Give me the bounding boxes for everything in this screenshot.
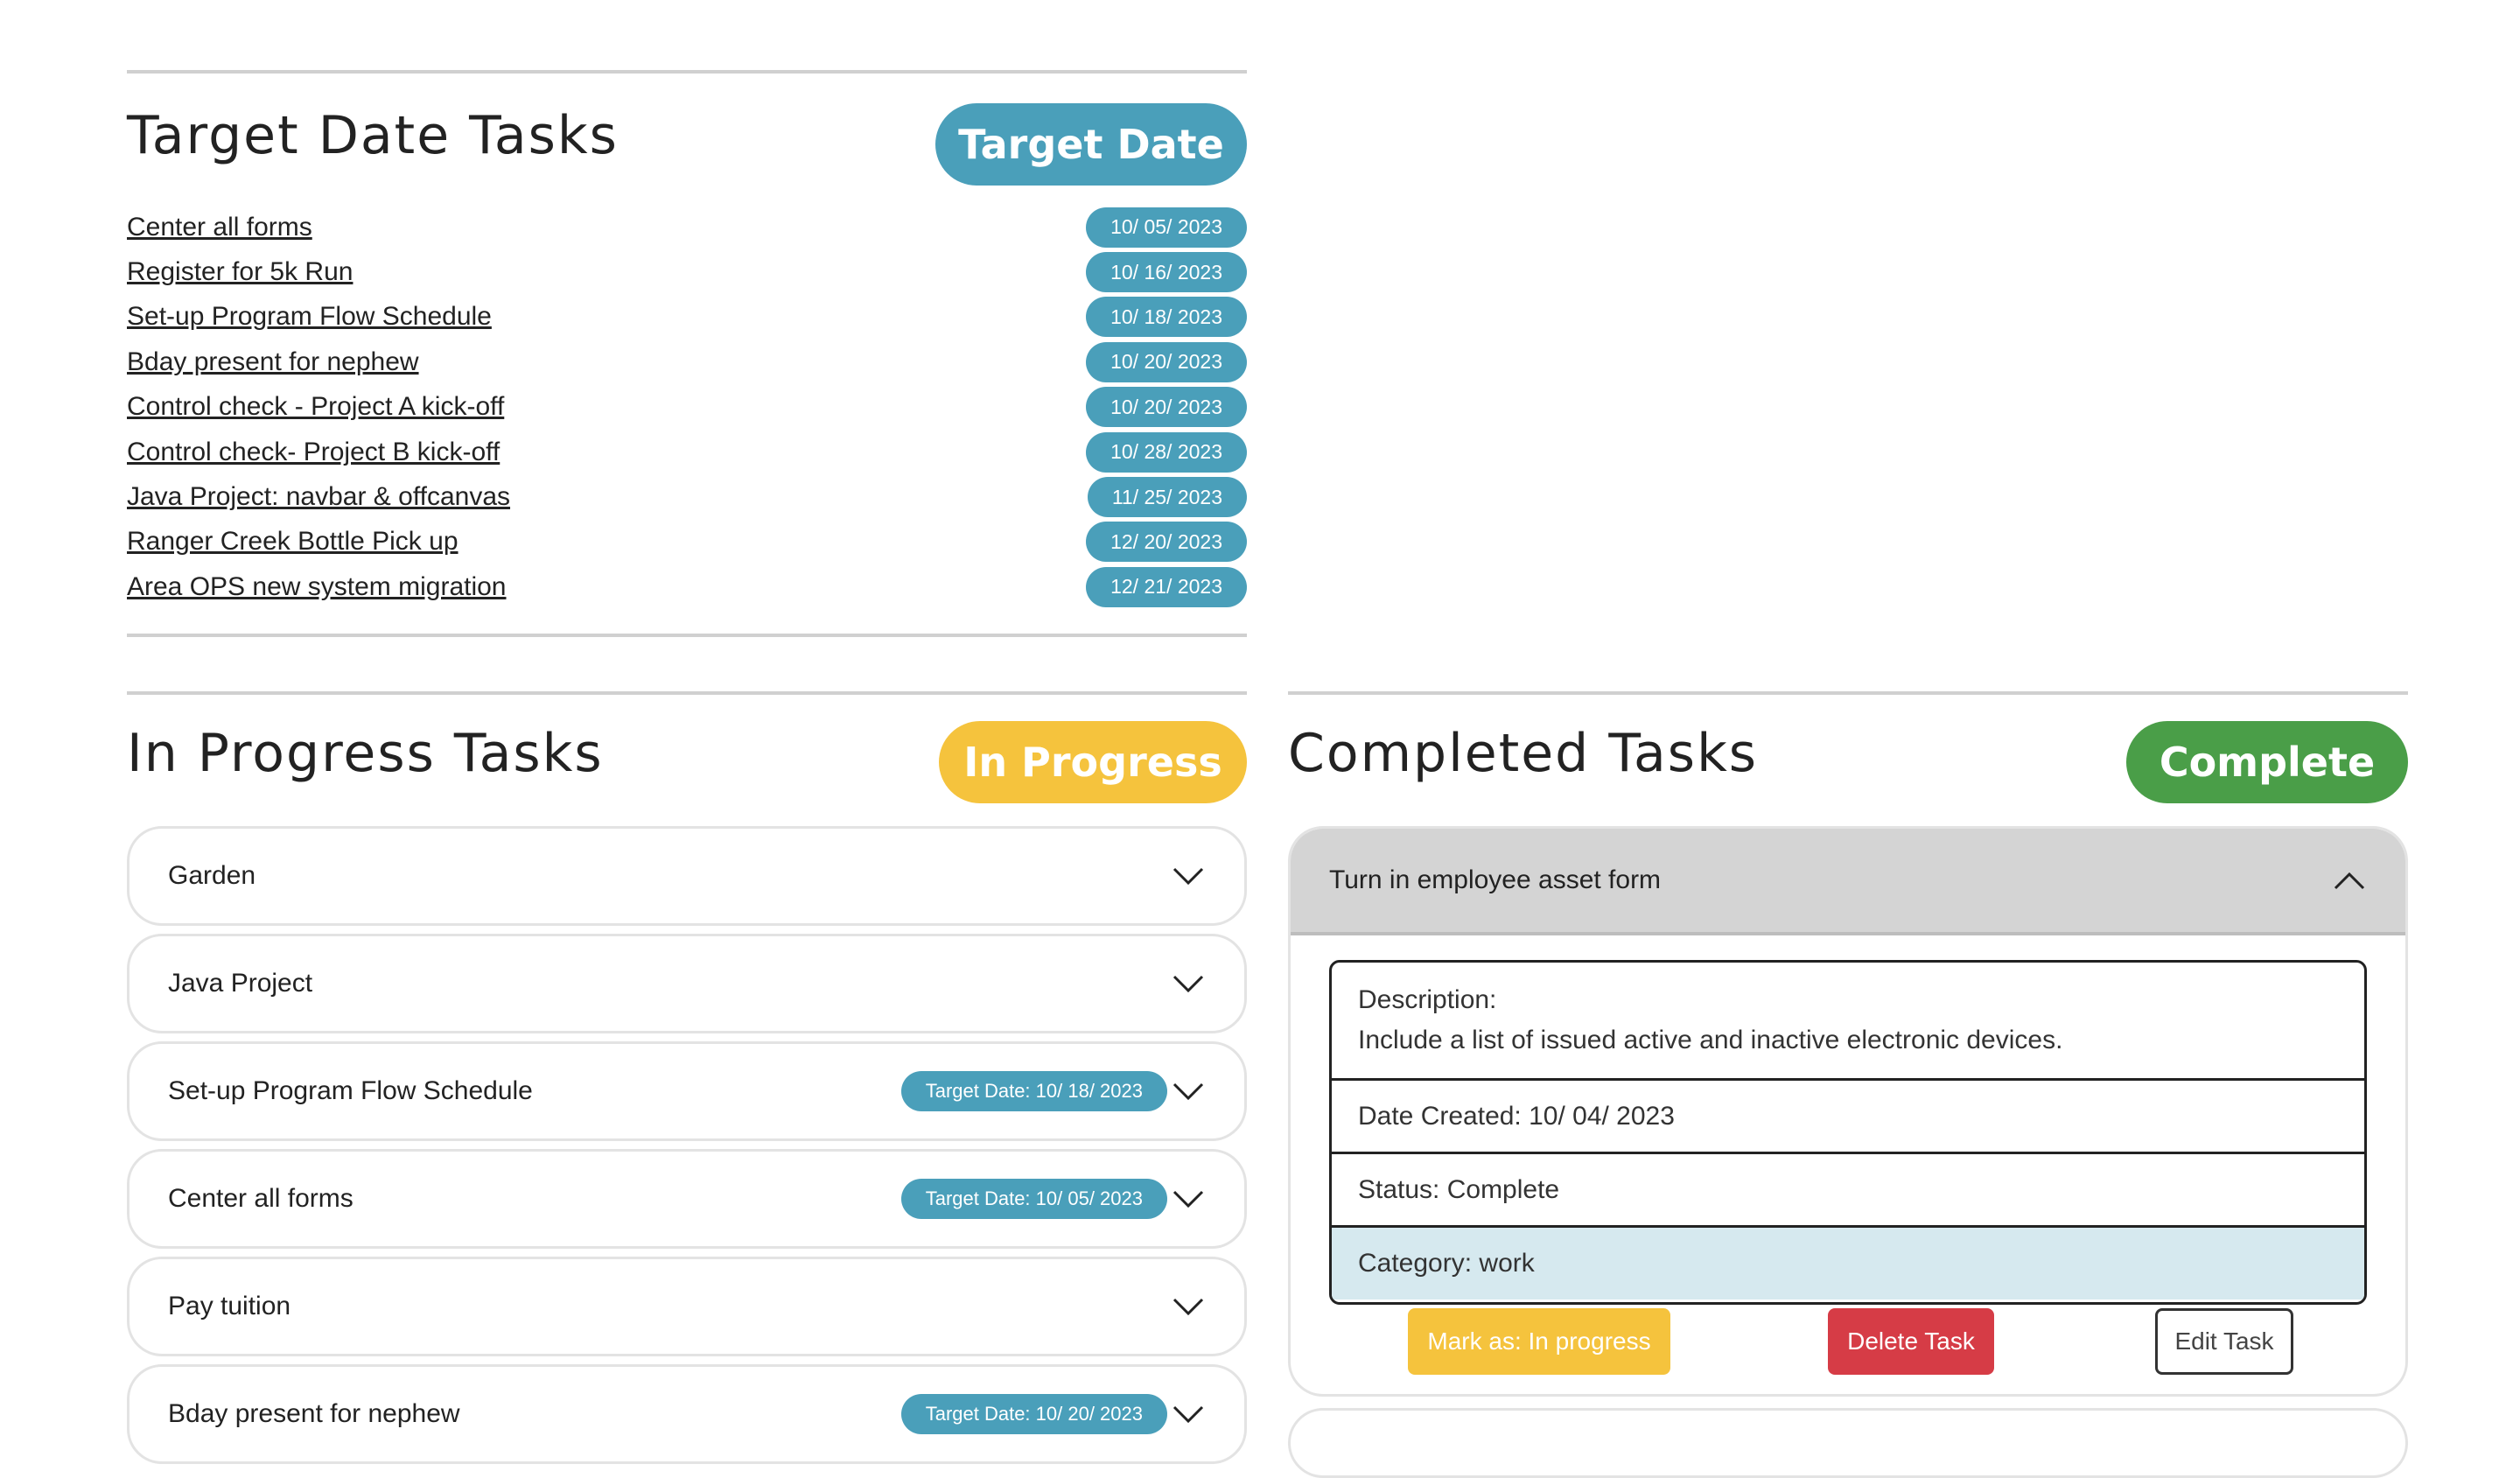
target-date-badge: Target Date: 10/ 05/ 2023: [900, 1179, 1167, 1219]
target-date-badge: 10/ 20/ 2023: [1086, 387, 1247, 428]
accordion-label: Turn in employee asset form: [1329, 865, 1662, 894]
accordion-item[interactable]: Center all forms Target Date: 10/ 05/ 202…: [127, 1149, 1247, 1249]
in-progress-button[interactable]: In Progress: [939, 721, 1247, 803]
description-row: Description: Include a list of issued ac…: [1332, 963, 2364, 1081]
chevron-up-icon: [2332, 863, 2367, 898]
target-date-badge: Target Date: 10/ 20/ 2023: [900, 1394, 1167, 1434]
target-task-list: Center all forms 10/ 05/ 2023 Register for…: [127, 205, 1247, 610]
task-link[interactable]: Control check- Project B kick-off: [127, 438, 500, 467]
category-text: Category: work: [1358, 1249, 1535, 1278]
description-text: Include a list of issued active and inac…: [1358, 1026, 2063, 1054]
status-text: Status: Complete: [1358, 1174, 1560, 1204]
accordion-item[interactable]: [1288, 1408, 2408, 1478]
accordion-item[interactable]: Set-up Program Flow Schedule Target Date:…: [127, 1041, 1247, 1141]
accordion-item[interactable]: Bday present for nephew Target Date: 10/ …: [127, 1364, 1247, 1464]
target-date-badge: 10/ 16/ 2023: [1086, 252, 1247, 293]
section-title: In Progress Tasks: [127, 723, 604, 784]
delete-task-button[interactable]: Delete Task: [1828, 1308, 1994, 1375]
target-task-row: Center all forms 10/ 05/ 2023: [127, 205, 1247, 249]
chevron-down-icon: [1171, 1289, 1206, 1324]
target-task-row: Area OPS new system migration 12/ 21/ 202…: [127, 564, 1247, 609]
target-task-row: Control check- Project B kick-off 10/ 28/…: [127, 430, 1247, 474]
accordion-label: Java Project: [168, 969, 313, 998]
target-date-badge: 12/ 21/ 2023: [1086, 566, 1247, 607]
chevron-down-icon: [1171, 858, 1206, 893]
target-date-button[interactable]: Target Date: [935, 103, 1247, 186]
task-link[interactable]: Bday present for nephew: [127, 347, 419, 377]
target-date-section: Target Date Tasks Target Date Center all…: [127, 70, 1247, 637]
complete-button[interactable]: Complete: [2126, 721, 2408, 803]
target-date-badge: 10/ 20/ 2023: [1086, 341, 1247, 382]
accordion-item[interactable]: Java Project: [127, 934, 1247, 1033]
mark-in-progress-button[interactable]: Mark as: In progress: [1408, 1308, 1670, 1375]
task-detail-list: Description: Include a list of issued ac…: [1329, 960, 2367, 1305]
task-link[interactable]: Set-up Program Flow Schedule: [127, 302, 492, 332]
chevron-down-icon: [1171, 1397, 1206, 1432]
in-progress-accordion: Garden Java Project Set-up Program Flow Sc…: [127, 826, 1247, 1472]
accordion-label: Set-up Program Flow Schedule: [168, 1076, 533, 1105]
chevron-down-icon: [1171, 966, 1206, 1001]
section-title: Completed Tasks: [1288, 723, 1759, 784]
target-date-badge: 10/ 05/ 2023: [1086, 207, 1247, 248]
target-date-badge: 12/ 20/ 2023: [1086, 522, 1247, 563]
edit-task-button[interactable]: Edit Task: [2155, 1308, 2293, 1375]
target-date-badge: Target Date: 10/ 18/ 2023: [900, 1071, 1167, 1111]
status-row: Status: Complete: [1332, 1154, 2364, 1228]
description-label: Description:: [1358, 985, 1497, 1014]
section-title: Target Date Tasks: [127, 105, 619, 166]
accordion-header[interactable]: Turn in employee asset form: [1291, 829, 2405, 935]
target-date-badge: 11/ 25/ 2023: [1087, 477, 1247, 518]
completed-section: Completed Tasks Complete Turn in employe…: [1288, 691, 2408, 1478]
target-task-row: Ranger Creek Bottle Pick up 12/ 20/ 2023: [127, 520, 1247, 564]
accordion-item[interactable]: Pay tuition: [127, 1257, 1247, 1356]
accordion-item[interactable]: Garden: [127, 826, 1247, 926]
in-progress-section: In Progress Tasks In Progress Garden Java…: [127, 691, 1247, 1464]
target-task-row: Set-up Program Flow Schedule 10/ 18/ 2023: [127, 295, 1247, 340]
task-link[interactable]: Control check - Project A kick-off: [127, 392, 504, 422]
chevron-down-icon: [1171, 1074, 1206, 1109]
target-task-row: Control check - Project A kick-off 10/ 20…: [127, 385, 1247, 430]
target-date-badge: 10/ 28/ 2023: [1086, 431, 1247, 473]
accordion-label: Center all forms: [168, 1184, 354, 1213]
accordion-label: Garden: [168, 861, 256, 890]
target-task-row: Java Project: navbar & offcanvas 11/ 25/ …: [127, 474, 1247, 519]
target-date-badge: 10/ 18/ 2023: [1086, 297, 1247, 338]
accordion-label: Pay tuition: [168, 1292, 291, 1320]
task-link[interactable]: Area OPS new system migration: [127, 572, 507, 602]
category-row: Category: work: [1332, 1228, 2364, 1299]
target-task-row: Bday present for nephew 10/ 20/ 2023: [127, 340, 1247, 384]
date-created-text: Date Created: 10/ 04/ 2023: [1358, 1101, 1675, 1131]
chevron-down-icon: [1171, 1181, 1206, 1216]
date-created-row: Date Created: 10/ 04/ 2023: [1332, 1081, 2364, 1154]
task-link[interactable]: Center all forms: [127, 213, 312, 242]
completed-task-card: Turn in employee asset form Description:…: [1288, 826, 2408, 1397]
task-link[interactable]: Ranger Creek Bottle Pick up: [127, 527, 458, 557]
task-link[interactable]: Register for 5k Run: [127, 257, 353, 287]
target-task-row: Register for 5k Run 10/ 16/ 2023: [127, 249, 1247, 294]
task-link[interactable]: Java Project: navbar & offcanvas: [127, 482, 510, 512]
